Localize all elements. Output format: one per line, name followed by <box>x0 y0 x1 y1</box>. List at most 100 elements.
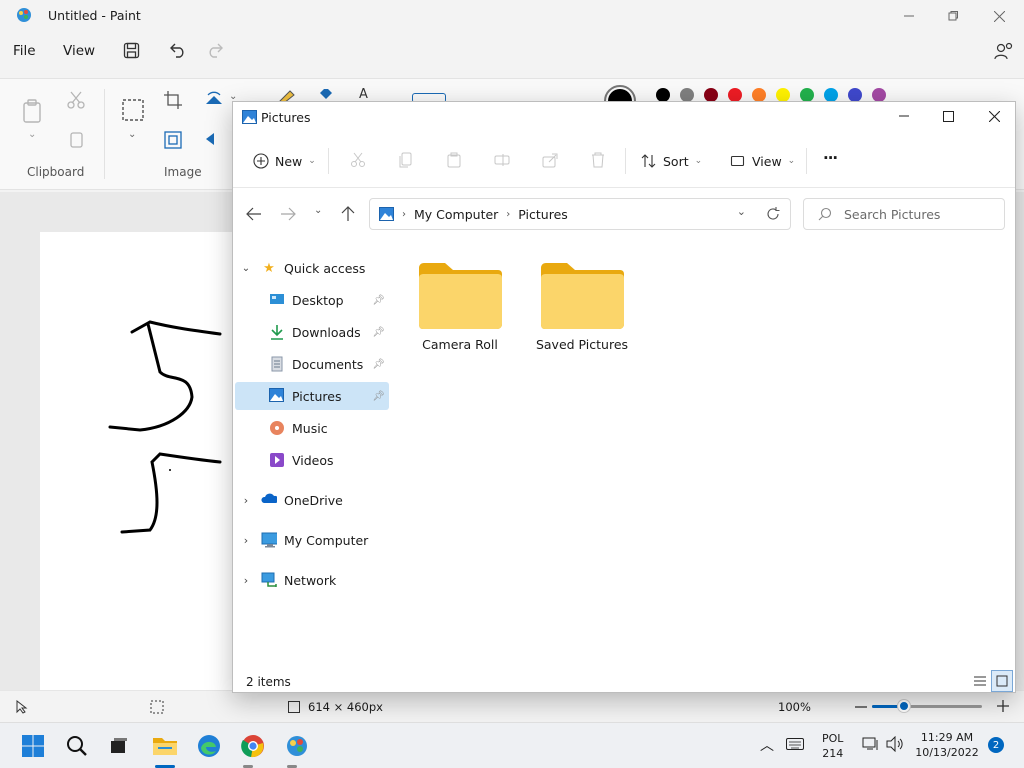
system-tray-chevron-up-icon[interactable]: ︿ <box>760 735 774 755</box>
nav-item-pictures[interactable]: Pictures 📌︎ <box>235 382 389 410</box>
explorer-maximize-button[interactable] <box>925 100 971 132</box>
sort-button[interactable]: Sort ⌄ <box>641 150 702 172</box>
zoom-slider[interactable] <box>872 705 982 708</box>
item-count: 2 items <box>246 675 291 689</box>
network-status-icon[interactable] <box>862 736 880 752</box>
notification-badge[interactable]: 2 <box>988 737 1004 753</box>
breadcrumb-my-computer[interactable]: My Computer <box>414 207 498 222</box>
color-swatch[interactable] <box>776 88 790 102</box>
cut-icon[interactable] <box>350 152 366 168</box>
redo-icon[interactable] <box>207 42 225 58</box>
share-icon[interactable] <box>542 152 558 168</box>
share-icon[interactable] <box>994 42 1014 60</box>
paint-minimize-button[interactable] <box>886 0 932 32</box>
chevron-right-icon[interactable]: › <box>235 494 257 507</box>
zoom-in-icon[interactable] <box>996 699 1010 713</box>
color-swatch[interactable] <box>824 88 838 102</box>
menu-file[interactable]: File <box>13 43 36 59</box>
text-tool-icon[interactable]: A <box>359 87 368 102</box>
folder-camera-roll[interactable]: Camera Roll <box>405 258 515 368</box>
nav-item-desktop[interactable]: Desktop 📌︎ <box>235 286 389 314</box>
task-view-button[interactable] <box>104 731 134 761</box>
nav-item-videos[interactable]: Videos <box>235 446 389 474</box>
chrome-taskbar-button[interactable] <box>238 731 268 761</box>
nav-network[interactable]: › Network <box>235 566 389 594</box>
rotate-icon[interactable] <box>204 91 224 107</box>
color-swatch[interactable] <box>704 88 718 102</box>
color-swatch[interactable] <box>800 88 814 102</box>
undo-icon[interactable] <box>168 42 186 58</box>
drawing-canvas[interactable] <box>40 232 240 692</box>
nav-item-downloads[interactable]: Downloads 📌︎ <box>235 318 389 346</box>
start-button[interactable] <box>18 731 48 761</box>
address-dropdown-chevron-icon[interactable]: ⌄ <box>737 205 746 218</box>
keyboard-icon[interactable] <box>786 737 804 751</box>
search-icon <box>818 207 832 221</box>
pin-icon[interactable]: 📌︎ <box>372 359 385 370</box>
nav-network-label: Network <box>284 572 337 588</box>
pin-icon[interactable]: 📌︎ <box>372 327 385 338</box>
copy-icon[interactable] <box>399 152 413 168</box>
details-view-icon[interactable] <box>973 675 987 687</box>
nav-item-music[interactable]: Music <box>235 414 389 442</box>
back-arrow-icon[interactable] <box>246 207 262 221</box>
explorer-minimize-button[interactable] <box>881 100 927 132</box>
input-language-indicator[interactable]: POL 214 <box>822 731 843 761</box>
edge-taskbar-button[interactable] <box>194 731 224 761</box>
zoom-slider-thumb[interactable] <box>898 700 910 712</box>
search-box[interactable]: Search Pictures <box>803 198 1005 230</box>
breadcrumb-pictures[interactable]: Pictures <box>518 207 568 222</box>
paint-taskbar-button[interactable] <box>282 731 312 761</box>
large-icons-view-button[interactable] <box>991 670 1013 692</box>
menu-view[interactable]: View <box>63 43 95 59</box>
flip-icon[interactable] <box>204 131 224 147</box>
zoom-level: 100% <box>778 700 811 714</box>
pin-icon[interactable]: 📌︎ <box>372 391 385 402</box>
nav-my-computer[interactable]: › My Computer <box>235 526 389 554</box>
folder-saved-pictures[interactable]: Saved Pictures <box>527 258 637 368</box>
resize-icon[interactable] <box>164 131 182 149</box>
pin-icon[interactable]: 📌︎ <box>372 295 385 306</box>
delete-icon[interactable] <box>591 152 605 168</box>
more-options-button[interactable]: ··· <box>823 149 838 167</box>
clock[interactable]: 11:29 AM 10/13/2022 <box>912 730 982 760</box>
chevron-down-icon[interactable]: ⌄ <box>235 263 257 274</box>
up-arrow-icon[interactable] <box>341 206 355 222</box>
refresh-icon[interactable] <box>766 207 780 221</box>
rename-icon[interactable] <box>494 152 510 168</box>
search-taskbar-button[interactable] <box>62 731 92 761</box>
forward-arrow-icon[interactable] <box>280 207 296 221</box>
save-icon[interactable] <box>123 42 140 59</box>
volume-icon[interactable] <box>886 736 904 752</box>
nav-item-documents[interactable]: Documents 📌︎ <box>235 350 389 378</box>
paste-icon[interactable] <box>446 152 462 168</box>
chevron-right-icon[interactable]: › <box>235 534 257 547</box>
color-swatch[interactable] <box>680 88 694 102</box>
select-dropdown-chevron-icon[interactable]: ⌄ <box>128 129 136 140</box>
color-swatch[interactable] <box>656 88 670 102</box>
paint-close-button[interactable] <box>976 0 1022 32</box>
nav-quick-access[interactable]: ⌄ ★ Quick access <box>235 254 389 282</box>
paste-icon[interactable] <box>22 99 42 123</box>
new-button[interactable]: New ⌄ <box>253 150 316 172</box>
explorer-close-button[interactable] <box>971 100 1017 132</box>
chevron-right-icon[interactable]: › <box>235 574 257 587</box>
view-button[interactable]: View ⌄ <box>730 150 795 172</box>
nav-quick-access-label: Quick access <box>284 260 366 276</box>
file-explorer-taskbar-button[interactable] <box>150 731 180 761</box>
color-swatch[interactable] <box>728 88 742 102</box>
paste-dropdown-chevron-icon[interactable]: ⌄ <box>28 129 36 140</box>
address-bar[interactable]: › My Computer › Pictures ⌄ <box>369 198 791 230</box>
crop-icon[interactable] <box>164 91 182 109</box>
color-swatch[interactable] <box>848 88 862 102</box>
paint-restore-button[interactable] <box>930 0 976 32</box>
cursor-position-icon <box>16 700 28 714</box>
select-icon[interactable] <box>122 99 144 121</box>
zoom-out-icon[interactable] <box>854 700 868 714</box>
recent-locations-chevron-icon[interactable]: ⌄ <box>314 205 322 216</box>
nav-item-label: Music <box>292 420 328 436</box>
copy-icon[interactable] <box>68 131 84 149</box>
color-swatch[interactable] <box>752 88 766 102</box>
cut-icon[interactable] <box>67 91 85 109</box>
nav-onedrive[interactable]: › OneDrive <box>235 486 389 514</box>
